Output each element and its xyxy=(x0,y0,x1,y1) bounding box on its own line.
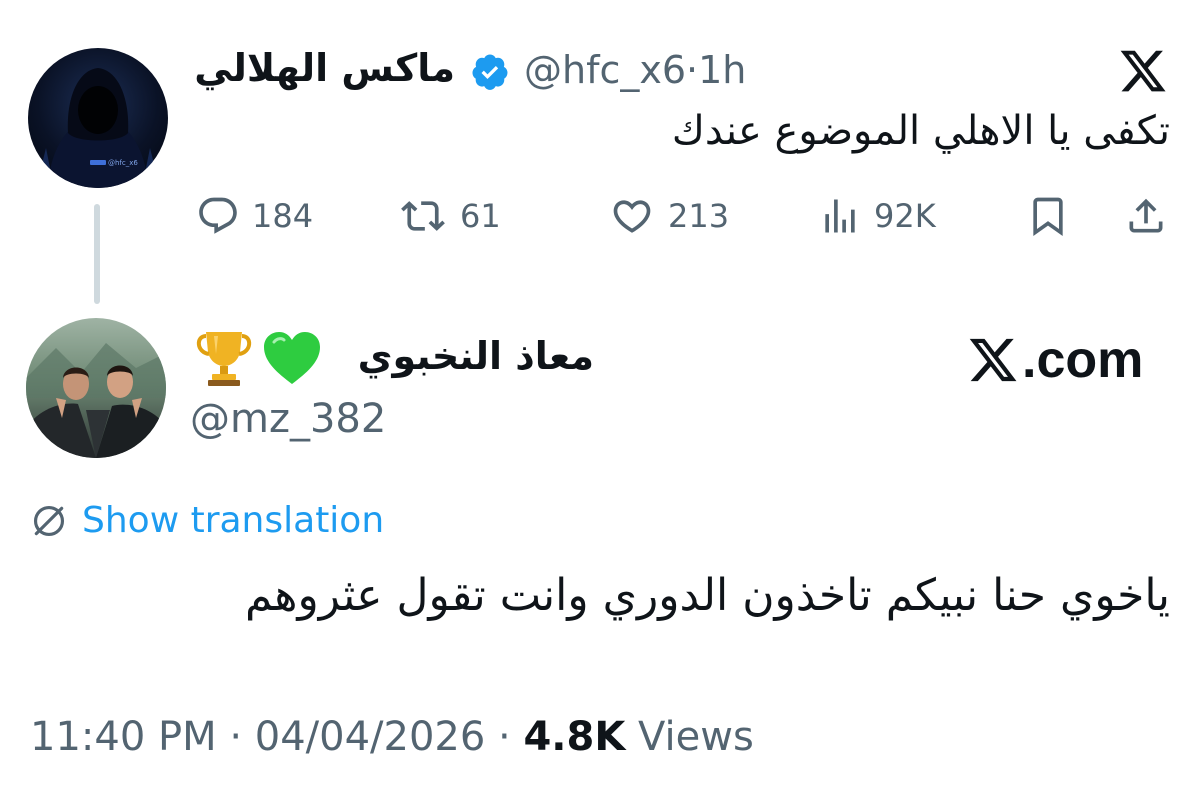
tweet-footer: 11:40 PM · 04/04/2026 · 4.8K Views xyxy=(30,714,754,760)
reply-count: 184 xyxy=(252,197,314,235)
verified-badge-icon xyxy=(472,54,508,90)
x-logo-icon[interactable] xyxy=(1116,46,1170,96)
bookmark-icon xyxy=(1033,197,1063,237)
hooded-figure-icon: @hfc_x6 xyxy=(36,68,160,188)
translate-globe-icon xyxy=(33,505,65,536)
show-translation-link[interactable]: Show translation xyxy=(30,500,384,541)
trophy-icon xyxy=(196,332,252,386)
x-com-watermark: .com xyxy=(964,330,1143,390)
x-logo-icon xyxy=(969,338,1017,382)
profile-photo-icon xyxy=(26,343,166,458)
like-button[interactable]: 213 xyxy=(608,192,729,240)
thread-connector-line xyxy=(94,204,100,304)
share-icon xyxy=(1129,198,1163,233)
views-value: 4.8K xyxy=(523,714,626,760)
views-button[interactable]: 92K xyxy=(818,192,936,240)
reply-avatar[interactable] xyxy=(26,318,166,458)
retweet-count: 61 xyxy=(460,197,501,235)
like-count: 213 xyxy=(668,197,730,235)
reply-button[interactable]: 184 xyxy=(196,192,313,240)
views-count: 92K xyxy=(874,197,936,235)
views-label: Views xyxy=(625,714,754,760)
bookmark-button[interactable] xyxy=(1026,192,1070,240)
parent-avatar[interactable]: @hfc_x6 xyxy=(28,48,168,188)
parent-tweet-text: تكفى يا الاهلي الموضوع عندك xyxy=(671,108,1170,154)
comment-icon xyxy=(199,197,237,234)
retweet-button[interactable]: 61 xyxy=(398,192,501,240)
reply-tweet-text: ياخوي حنا نبيكم تاخذون الدوري وانت تقول … xyxy=(244,570,1170,621)
parent-time[interactable]: 1h xyxy=(698,48,746,92)
tweet-timestamp[interactable]: 11:40 PM · 04/04/2026 · xyxy=(30,714,523,760)
x-com-text: .com xyxy=(1022,331,1144,389)
retweet-icon xyxy=(401,201,445,231)
share-button[interactable] xyxy=(1124,192,1168,240)
parent-meta: @hfc_x6·1h xyxy=(524,48,746,92)
show-translation-label: Show translation xyxy=(82,500,385,541)
heart-icon xyxy=(613,200,651,233)
analytics-icon xyxy=(825,199,855,233)
reply-display-name[interactable]: معاذ النخبوي xyxy=(358,334,594,378)
reply-handle[interactable]: @mz_382 xyxy=(190,396,386,442)
avatar-watermark: @hfc_x6 xyxy=(108,159,138,167)
green-heart-icon xyxy=(264,332,320,384)
parent-display-name[interactable]: ماكس الهلالي xyxy=(194,46,455,90)
meta-separator: · xyxy=(686,48,699,92)
parent-handle[interactable]: @hfc_x6 xyxy=(524,48,686,92)
